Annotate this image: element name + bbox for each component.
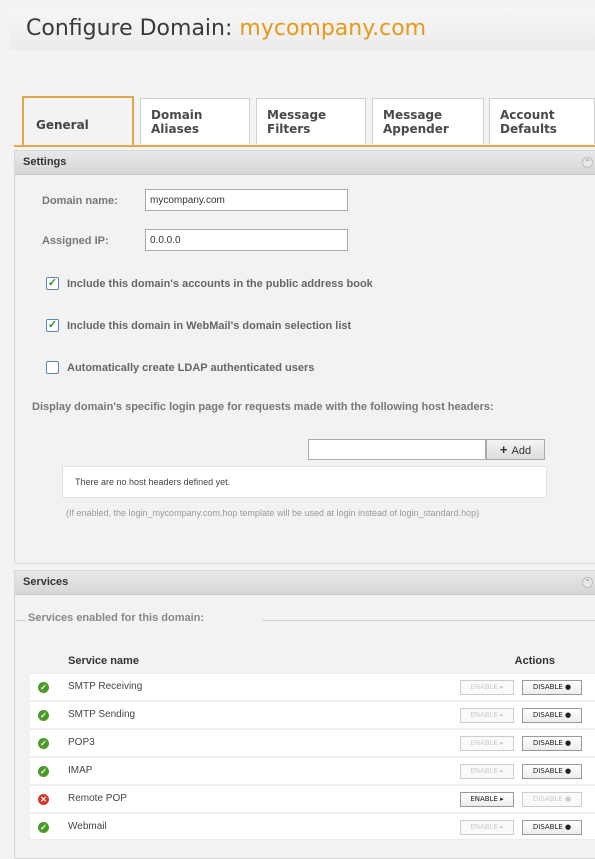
service-name: Webmail [68,821,107,832]
status-enabled-icon: ✓ [38,766,49,777]
status-enabled-icon: ✓ [38,710,49,721]
enable-button[interactable]: ENABLE ▸ [460,680,514,695]
fieldset-line [262,620,595,621]
tab-account-defaults[interactable]: Account Defaults [489,98,595,144]
disable-button[interactable]: DISABLE ● [522,680,582,695]
disable-button[interactable]: DISABLE ● [522,820,582,835]
settings-title: Settings [23,156,67,168]
plus-icon: + [499,442,508,457]
service-name: Remote POP [68,793,127,804]
webmail-domain-list-label: Include this domain in WebMail's domain … [67,320,352,332]
tab-underline [14,145,595,147]
actions-column: Actions [514,655,555,667]
title-bar: Configure Domain: mycompany.com [10,8,595,50]
tab-label-line1: Account [500,108,555,122]
collapse-icon[interactable]: ⌃ [582,157,593,168]
service-name-column: Service name [68,655,139,667]
tab-message-filters[interactable]: Message Filters [256,98,366,144]
tab-label-line1: Message [383,108,443,122]
disable-button[interactable]: DISABLE ● [522,708,582,723]
service-name: POP3 [68,737,95,748]
table-row: ✕ Remote POP ENABLE ▸ DISABLE ● [30,785,595,812]
host-header-input[interactable] [308,439,486,460]
tab-domain-aliases[interactable]: Domain Aliases [140,98,250,144]
page-title: Configure Domain: mycompany.com [26,16,426,41]
add-host-header-button[interactable]: + Add [486,439,545,460]
status-disabled-icon: ✕ [38,794,49,805]
empty-list-message: There are no host headers defined yet. [75,477,231,487]
table-row: ✓ IMAP ENABLE ▸ DISABLE ● [30,757,595,784]
public-address-book-label: Include this domain's accounts in the pu… [67,278,373,290]
assigned-ip-label: Assigned IP: [42,235,109,247]
table-row: ✓ SMTP Receiving ENABLE ▸ DISABLE ● [30,673,595,700]
ldap-users-checkbox[interactable] [46,361,59,374]
collapse-icon[interactable]: ⌃ [582,577,593,588]
settings-panel: Settings ⌃ [14,150,595,564]
tab-general-label: General [36,118,89,132]
disable-button[interactable]: DISABLE ● [522,792,582,807]
tab-label-line1: Message [267,108,327,122]
services-header[interactable]: Services ⌃ [15,571,595,595]
domain-name-label: Domain name: [42,195,118,207]
disable-button[interactable]: DISABLE ● [522,736,582,751]
status-enabled-icon: ✓ [38,682,49,693]
enable-button[interactable]: ENABLE ▸ [460,708,514,723]
tab-label-line2: Aliases [151,122,200,136]
webmail-domain-list-checkbox[interactable]: ✓ [46,319,59,332]
assigned-ip-input[interactable] [145,229,348,251]
service-name: SMTP Sending [68,709,136,720]
add-button-label: Add [511,445,532,457]
services-title: Services [23,576,69,588]
services-table-header: Service name Actions [30,652,595,672]
service-name: SMTP Receiving [68,681,143,692]
tab-label-line2: Filters [267,122,311,136]
enable-button[interactable]: ENABLE ▸ [460,820,514,835]
host-headers-description: Display domain's specific login page for… [32,401,494,413]
settings-header[interactable]: Settings ⌃ [15,151,595,175]
table-row: ✓ SMTP Sending ENABLE ▸ DISABLE ● [30,701,595,728]
template-hint: (If enabled, the login_mycompany.com.hop… [66,508,480,518]
enable-button[interactable]: ENABLE ▸ [460,764,514,779]
ldap-users-label: Automatically create LDAP authenticated … [67,362,315,374]
disable-button[interactable]: DISABLE ● [522,764,582,779]
domain-title: mycompany.com [239,16,427,41]
table-row: ✓ POP3 ENABLE ▸ DISABLE ● [30,729,595,756]
table-row: ✓ Webmail ENABLE ▸ DISABLE ● [30,813,595,840]
enable-button[interactable]: ENABLE ▸ [460,792,514,807]
service-name: IMAP [68,765,93,776]
domain-name-input[interactable] [145,189,348,211]
fieldset-line [16,620,26,621]
status-enabled-icon: ✓ [38,738,49,749]
public-address-book-checkbox[interactable]: ✓ [46,277,59,290]
status-enabled-icon: ✓ [38,822,49,833]
tab-general[interactable]: General [22,96,134,146]
tab-bar: General Domain Aliases Message Filters M… [22,96,595,146]
tab-label-line2: Defaults [500,122,557,136]
host-headers-list: There are no host headers defined yet. [62,466,547,498]
title-prefix: Configure Domain: [26,16,240,41]
enable-button[interactable]: ENABLE ▸ [460,736,514,751]
services-legend: Services enabled for this domain: [28,612,205,624]
tab-label-line1: Domain [151,108,203,122]
tab-message-appender[interactable]: Message Appender [372,98,484,144]
tab-label-line2: Appender [383,122,449,136]
